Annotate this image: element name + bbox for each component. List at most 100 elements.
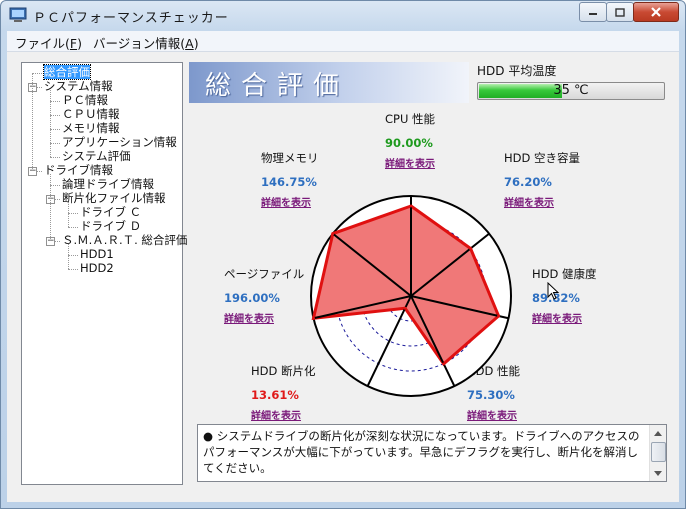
details-link[interactable]: 詳細を表示 — [385, 155, 435, 170]
details-link[interactable]: 詳細を表示 — [467, 407, 520, 422]
tree-item-label: 総合評価 — [43, 64, 91, 80]
details-link[interactable]: 詳細を表示 — [251, 407, 316, 422]
tree-item-label: アプリケーション情報 — [62, 135, 177, 149]
metric-label: ページファイル — [224, 267, 305, 281]
message-scrollbar[interactable] — [649, 425, 666, 481]
tree-item[interactable]: ＰＣ情報 — [62, 94, 108, 107]
radar-point-hdd_free — [469, 246, 473, 250]
tree-connector — [50, 143, 60, 144]
tree-item[interactable]: メモリ情報 — [62, 122, 120, 135]
tree-connector — [32, 73, 33, 171]
radar-point-hdd_health — [497, 314, 501, 318]
tree-connector — [68, 213, 78, 214]
metric-value: 76.20% — [504, 175, 552, 189]
tree-item[interactable]: Ｓ.Ｍ.Ａ.Ｒ.Ｔ. 総合評価 — [62, 234, 187, 247]
tree-item[interactable]: 断片化ファイル情報 — [62, 192, 166, 205]
section-title: 総合評価 — [205, 71, 350, 101]
close-icon — [651, 7, 661, 17]
message-text: ● システムドライブの断片化が深刻な状況になっています。ドライブへのアクセスのパ… — [203, 429, 640, 475]
tree-item-label: システム情報 — [44, 79, 113, 93]
close-button[interactable] — [633, 2, 679, 22]
tree-item-label: システム評価 — [62, 149, 131, 163]
metric-value: 146.75% — [261, 175, 317, 189]
tree-connector — [68, 227, 78, 228]
message-box[interactable]: ● システムドライブの断片化が深刻な状況になっています。ドライブへのアクセスのパ… — [197, 424, 667, 482]
tree-item-label: ドライブ Ｄ — [80, 219, 142, 233]
metric-cpu: CPU 性能 90.00% 詳細を表示 — [385, 111, 435, 170]
metric-value: 196.00% — [224, 291, 280, 305]
metric-value: 89.82% — [532, 291, 580, 305]
metric-value: 90.00% — [385, 136, 433, 150]
performance-radar-chart — [310, 195, 512, 397]
scroll-up-icon — [654, 430, 662, 436]
metric-label: 物理メモリ — [261, 151, 319, 165]
caption-buttons — [579, 2, 679, 22]
tree-item[interactable]: 論理ドライブ情報 — [62, 178, 154, 191]
tree-item[interactable]: ドライブ Ｄ — [80, 220, 141, 233]
hdd-temp-value: 35 ℃ — [553, 83, 589, 98]
maximize-icon — [615, 7, 625, 17]
tree-connector — [50, 174, 51, 241]
tree-item-label: ドライブ Ｃ — [80, 205, 142, 219]
details-link[interactable]: 詳細を表示 — [532, 310, 597, 325]
section-header: 総合評価 — [189, 62, 469, 103]
scroll-up-button[interactable] — [651, 426, 665, 440]
main-panel: 総合評価 システム情報 − ＰＣ情報 ＣＰＵ情報 メモリ情報 アプリケーション情報 システム評… — [7, 52, 679, 502]
tree-item-label: ドライブ情報 — [44, 163, 113, 177]
tree-item-label: 論理ドライブ情報 — [62, 177, 154, 191]
tree-connector — [68, 255, 78, 256]
computer-icon — [9, 7, 27, 22]
scroll-down-icon — [654, 470, 662, 476]
tree-item-label: HDD1 — [80, 247, 114, 261]
mouse-cursor-icon — [547, 282, 560, 300]
minimize-icon — [589, 13, 597, 15]
tree-item-label: メモリ情報 — [62, 121, 120, 135]
window-title: ＰＣパフォーマンスチェッカー — [33, 11, 229, 26]
details-link[interactable]: 詳細を表示 — [224, 310, 304, 325]
tree-connector — [68, 202, 69, 227]
tree-connector — [32, 73, 42, 74]
tree-connector — [68, 244, 69, 269]
radar-point-hdd_frag — [403, 306, 407, 310]
maximize-button[interactable] — [606, 2, 634, 22]
title-bar[interactable]: ＰＣパフォーマンスチェッカー — [1, 1, 685, 31]
scroll-down-button[interactable] — [651, 466, 665, 480]
scroll-thumb[interactable] — [651, 442, 666, 462]
tree-item[interactable]: HDD2 — [80, 262, 114, 275]
hdd-temp-label: HDD 平均温度 — [477, 64, 557, 78]
tree-connector — [50, 115, 60, 116]
menu-version-info[interactable]: バージョン情報(A) — [93, 33, 199, 52]
metric-label: HDD 空き容量 — [504, 151, 581, 165]
tree-item[interactable]: ドライブ情報 — [44, 164, 113, 177]
tree-item[interactable]: ドライブ Ｃ — [80, 206, 141, 219]
tree-item-label: ＰＣ情報 — [62, 93, 108, 107]
tree-item[interactable]: システム情報 — [44, 80, 113, 93]
tree-item-label: Ｓ.Ｍ.Ａ.Ｒ.Ｔ. 総合評価 — [62, 233, 188, 247]
radar-point-memory — [331, 232, 335, 236]
tree-item-label: ＣＰＵ情報 — [62, 107, 120, 121]
metric-label: CPU 性能 — [385, 112, 436, 126]
menu-bar: ファイル(F) バージョン情報(A) — [7, 31, 679, 52]
app-window: ＰＣパフォーマンスチェッカー ファイル(F) バージョン情報(A) 総合評価 シス… — [0, 0, 686, 509]
radar-point-pagefile — [312, 316, 316, 320]
tree-item-label: 断片化ファイル情報 — [62, 191, 166, 205]
tree-connector — [50, 90, 51, 157]
tree-item[interactable]: 総合評価 — [43, 64, 91, 80]
tree-item[interactable]: アプリケーション情報 — [62, 136, 177, 149]
tree-connector — [68, 269, 78, 270]
minimize-button[interactable] — [579, 2, 607, 22]
radar-point-cpu — [409, 204, 413, 208]
tree-item[interactable]: ＣＰＵ情報 — [62, 108, 120, 121]
tree-connector — [50, 101, 60, 102]
tree-item-label: HDD2 — [80, 261, 114, 275]
tree-item[interactable]: HDD1 — [80, 248, 114, 261]
tree-connector — [50, 157, 60, 158]
navigation-tree[interactable]: 総合評価 システム情報 − ＰＣ情報 ＣＰＵ情報 メモリ情報 アプリケーション情報 システム評… — [21, 62, 187, 485]
metric-hdd-health: HDD 健康度 89.82% 詳細を表示 — [532, 266, 597, 325]
tree-connector — [50, 129, 60, 130]
tree-item[interactable]: システム評価 — [62, 150, 131, 163]
menu-file[interactable]: ファイル(F) — [15, 33, 82, 52]
hdd-temp-bar: 35 ℃ — [477, 82, 665, 100]
metric-pagefile: ページファイル 196.00% 詳細を表示 — [224, 266, 304, 325]
tree-connector — [50, 185, 60, 186]
